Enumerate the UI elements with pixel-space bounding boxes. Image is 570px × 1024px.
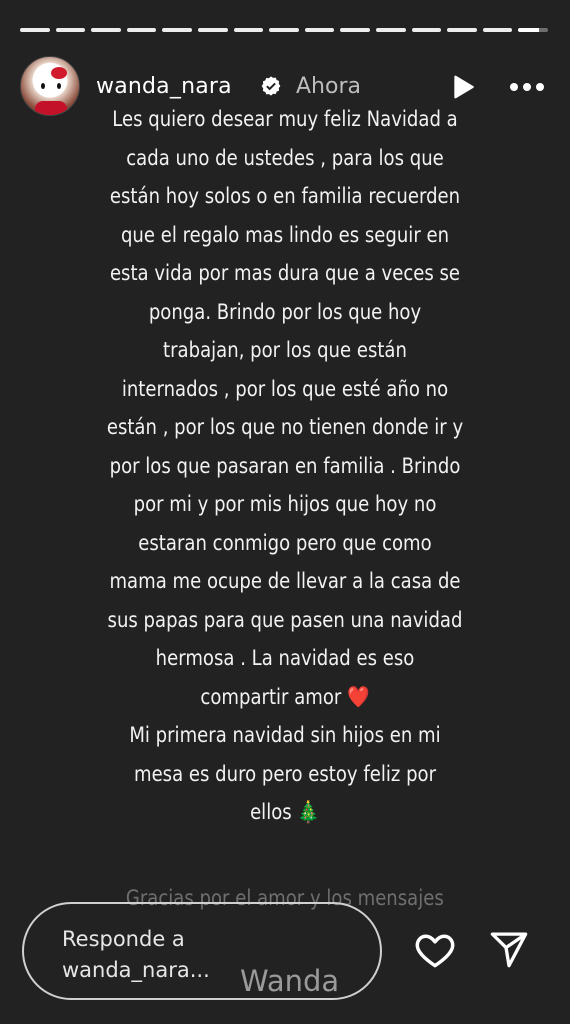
reply-placeholder: Responde a wanda_nara...: [62, 924, 210, 986]
story-line: internados , por los que esté año no: [121, 376, 449, 401]
progress-segment: [91, 28, 121, 32]
story-line: cada uno de ustedes , para los que: [126, 145, 444, 170]
progress-segment: [375, 28, 406, 32]
progress-segment: [411, 28, 442, 32]
story-viewer: wanda_nara Ahora Les quiero desear muy f…: [0, 0, 570, 1024]
heart-icon[interactable]: [412, 928, 458, 972]
verified-badge-icon: [261, 76, 281, 96]
story-line: que el regalo mas lindo es seguir en: [120, 222, 450, 247]
progress-segment: [126, 28, 157, 32]
username[interactable]: wanda_nara: [96, 74, 232, 99]
bow-icon: [51, 67, 67, 79]
progress-segment: [162, 28, 192, 32]
progress-segment: [482, 28, 513, 32]
progress-segment: [55, 28, 86, 32]
progress-segment: [340, 28, 370, 32]
story-progress-bar: [20, 28, 548, 32]
more-options-icon[interactable]: [510, 74, 550, 100]
story-line: hermosa . La navidad es eso: [155, 646, 415, 670]
story-line: estaran conmigo pero que como: [138, 530, 432, 555]
progress-segment: [197, 28, 228, 32]
story-line: esta vida por mas dura que a veces se: [109, 261, 461, 285]
reply-placeholder-line2: wanda_nara...: [62, 958, 210, 982]
story-line: ponga. Brindo por los que hoy: [148, 299, 422, 324]
story-line: mesa es duro pero estoy feliz por: [133, 761, 437, 786]
eye-icon: [41, 83, 45, 89]
watermark: Wanda: [240, 964, 340, 998]
story-line: por mi y por mis hijos que hoy no: [133, 492, 437, 516]
story-timestamp: Ahora: [296, 74, 361, 99]
eye-icon: [57, 83, 61, 89]
story-line: sus papas para que pasen una navidad: [107, 607, 463, 632]
story-text: Les quiero desear muy feliz Navidad a cad…: [40, 100, 530, 832]
play-icon[interactable]: [450, 74, 476, 100]
story-line: Mi primera navidad sin hijos en mi: [129, 723, 441, 747]
progress-segment: [447, 28, 477, 32]
story-line: Les quiero desear muy feliz Navidad a: [112, 107, 458, 131]
progress-segment: [20, 28, 50, 32]
story-line: trabajan, por los que están: [163, 338, 407, 362]
reply-placeholder-line1: Responde a: [62, 927, 185, 951]
story-line: están hoy solos o en familia recuerden: [109, 184, 461, 208]
story-line: ellos 🎄: [250, 800, 320, 824]
progress-segment: [304, 28, 335, 32]
story-line: por los que pasaran en familia . Brindo: [109, 453, 461, 478]
progress-segment: [518, 28, 548, 32]
story-line: mama me ocupe de llevar a la casa de: [109, 569, 461, 593]
story-line: están , por los que no tienen donde ir y: [106, 415, 464, 439]
send-icon[interactable]: [488, 928, 530, 970]
story-line: compartir amor ❤️: [200, 684, 370, 709]
progress-segment: [233, 28, 264, 32]
progress-segment: [269, 28, 299, 32]
